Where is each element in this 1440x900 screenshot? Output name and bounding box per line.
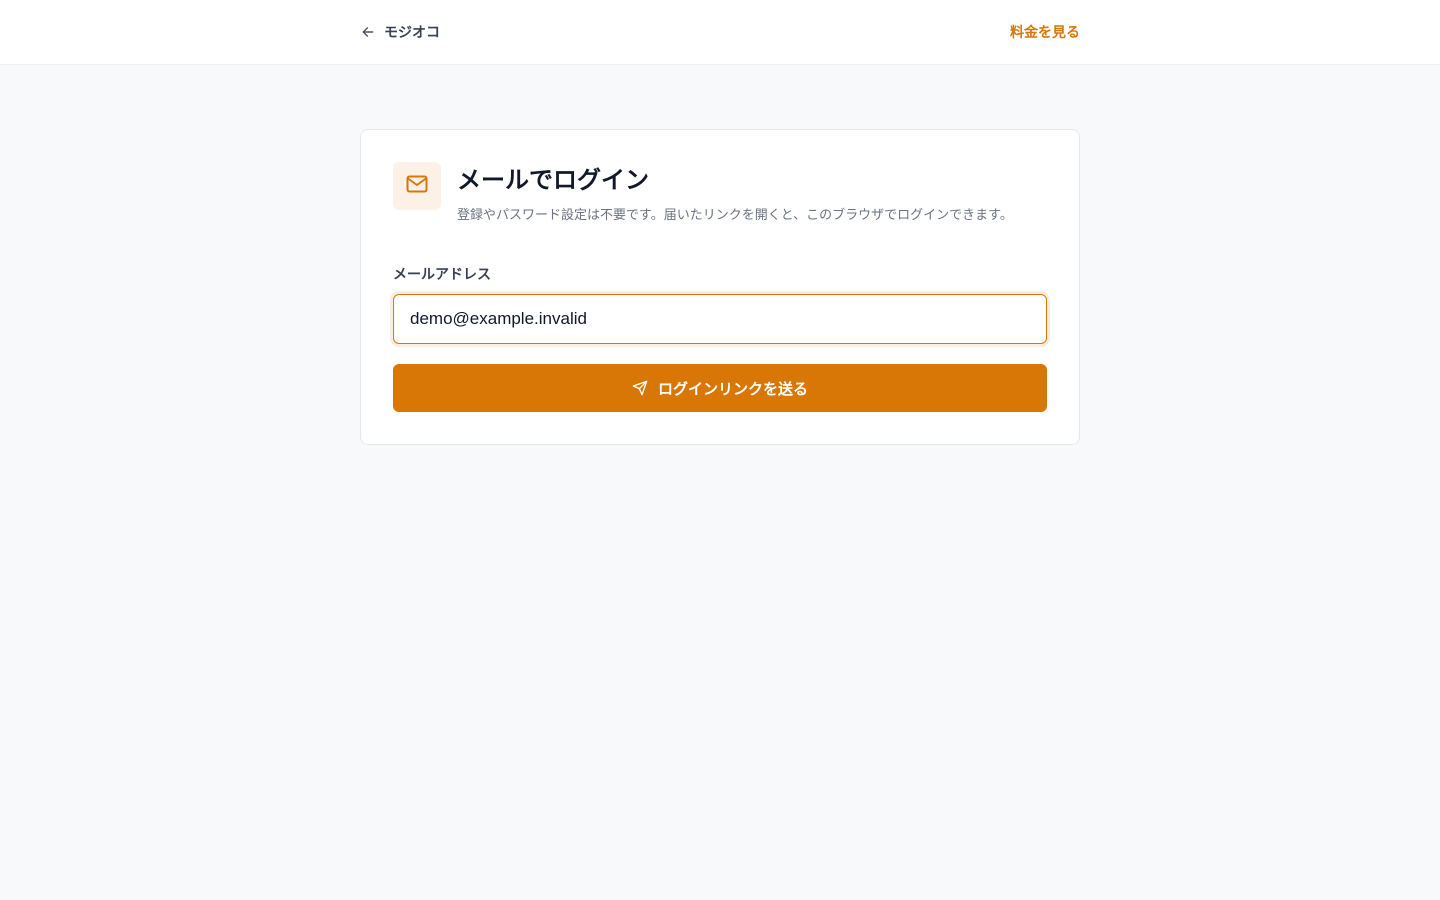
card-header: メールでログイン 登録やパスワード設定は不要です。届いたリンクを開くと、このブラ…: [393, 162, 1047, 225]
back-link-label: モジオコ: [384, 25, 440, 41]
pricing-link[interactable]: 料金を見る: [1010, 22, 1080, 42]
email-input[interactable]: [393, 294, 1047, 344]
main-content: メールでログイン 登録やパスワード設定は不要です。届いたリンクを開くと、このブラ…: [0, 129, 1440, 445]
login-card: メールでログイン 登録やパスワード設定は不要です。届いたリンクを開くと、このブラ…: [360, 129, 1080, 445]
send-login-link-button[interactable]: ログインリンクを送る: [393, 364, 1047, 412]
arrow-left-icon: [360, 24, 376, 40]
page-subtitle: 登録やパスワード設定は不要です。届いたリンクを開くと、このブラウザでログインでき…: [457, 208, 1013, 223]
send-icon: [632, 380, 648, 396]
top-header: モジオコ 料金を見る: [0, 0, 1440, 65]
email-label: メールアドレス: [393, 267, 491, 283]
card-heading-text: メールでログイン 登録やパスワード設定は不要です。届いたリンクを開くと、このブラ…: [457, 162, 1013, 225]
header-inner: モジオコ 料金を見る: [360, 0, 1080, 64]
mail-badge: [393, 162, 441, 210]
send-button-label: ログインリンクを送る: [657, 379, 808, 398]
page-title: メールでログイン: [457, 166, 649, 194]
back-link[interactable]: モジオコ: [360, 22, 440, 42]
mail-icon: [405, 172, 429, 200]
